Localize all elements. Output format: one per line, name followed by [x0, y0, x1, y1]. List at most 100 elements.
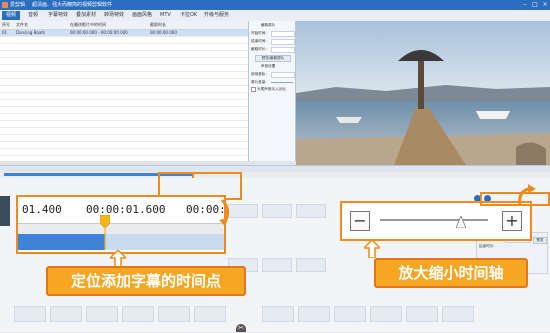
tab-subtitle-effects[interactable]: 字幕特效	[44, 11, 72, 20]
playhead-marker[interactable]	[99, 214, 111, 250]
title-bar: 爱剪辑 超清画、强大而精简的视频剪辑软件 – □ ×	[0, 0, 550, 10]
list-item	[0, 114, 248, 121]
track-cell	[50, 306, 82, 322]
track-cell	[296, 258, 326, 272]
track-cell	[194, 306, 226, 322]
list-item	[0, 142, 248, 149]
column-duration: 截取时长	[150, 22, 166, 27]
audio-track-select[interactable]	[271, 72, 295, 78]
list-item	[0, 86, 248, 93]
callout-ruler: 01.400 00:00:01.600 00:00:	[18, 197, 226, 223]
zoom-in-button[interactable]: +	[502, 211, 522, 231]
tab-transitions[interactable]: 转场特效	[100, 11, 128, 20]
tab-karaoke[interactable]: 卡拉OK	[176, 11, 201, 20]
list-item	[0, 128, 248, 135]
preview-button[interactable]: 预览	[533, 237, 547, 244]
track-cell	[86, 306, 118, 322]
volume-label: 原片音量:	[251, 80, 267, 84]
track-cell	[262, 204, 292, 218]
track-cell	[334, 306, 366, 322]
duration-label: 截取时长:	[251, 47, 267, 51]
end-time-field[interactable]	[271, 39, 295, 45]
scissors-icon[interactable]: ✂	[236, 324, 246, 332]
start-time-field[interactable]	[271, 31, 295, 37]
zoom-slider-thumb[interactable]	[455, 213, 467, 229]
zoom-highlight	[480, 192, 550, 206]
tab-mtv[interactable]: MTV	[156, 11, 175, 20]
end-duration-label: 结束时长:	[479, 244, 495, 248]
section-audio-title: 声音设置	[261, 64, 276, 68]
list-item	[0, 51, 248, 58]
track-cell	[298, 306, 330, 322]
track-cell	[262, 306, 294, 322]
app-tagline: 超清画、强大而精简的视频剪辑软件	[32, 2, 113, 8]
minimize-button[interactable]: –	[520, 1, 530, 9]
list-item	[0, 100, 248, 107]
track-cell	[14, 306, 46, 322]
end-time-label: 结束时间:	[251, 39, 267, 43]
track-cell	[296, 204, 326, 218]
zoom-out-button[interactable]: −	[350, 211, 370, 231]
callout-track-fill	[18, 234, 105, 250]
track-cell	[370, 306, 402, 322]
list-item	[0, 93, 248, 100]
column-num: 序号	[2, 22, 10, 27]
track-cell	[406, 306, 438, 322]
list-item	[0, 135, 248, 142]
track-cell	[442, 306, 474, 322]
start-time-label: 开始时间:	[251, 31, 267, 35]
time-start: 01.400	[22, 203, 62, 216]
beach-dock-image	[296, 21, 550, 165]
row-num: 01	[2, 30, 8, 35]
audio-track-label: 使用音轨:	[251, 72, 267, 76]
track-sidebar	[0, 196, 10, 226]
tab-picture-style[interactable]: 画面风格	[128, 11, 156, 20]
track-cell	[262, 258, 292, 272]
list-item	[0, 79, 248, 86]
zoom-caption: 放大缩小时间轴	[374, 258, 528, 288]
time-current: 00:00:01.600	[86, 203, 166, 216]
track-cell	[158, 306, 190, 322]
section-trim-title: 截取原片	[261, 23, 276, 27]
list-item	[0, 44, 248, 51]
preview-trim-button[interactable]: 预览/截取原片	[255, 55, 291, 62]
list-item	[0, 65, 248, 72]
fade-label: 头尾声音淡入淡出	[257, 87, 286, 91]
tab-video[interactable]: 视频	[2, 11, 21, 20]
volume-slider[interactable]	[271, 82, 293, 83]
file-list-panel: 序号 文件名 在最终影片中的时间 截取时长 01 Dancing Boats 0…	[0, 21, 249, 161]
list-item	[0, 121, 248, 128]
track-cell	[122, 306, 154, 322]
list-item	[0, 37, 248, 44]
list-item	[0, 72, 248, 79]
app-title: 爱剪辑	[10, 2, 26, 8]
list-item	[0, 107, 248, 114]
callout-track	[18, 234, 224, 250]
app-logo-icon	[2, 2, 8, 8]
file-list-header: 序号 文件名 在最终影片中的时间 截取时长	[0, 21, 248, 30]
list-item	[0, 149, 248, 156]
table-row[interactable]: 01 Dancing Boats 00:00:00.000 - 00:00:00…	[0, 30, 248, 37]
close-button[interactable]: ×	[540, 1, 550, 9]
column-filename: 文件名	[16, 22, 28, 27]
video-preview	[296, 21, 550, 165]
zoom-control-callout: − +	[340, 201, 532, 241]
up-arrow-icon	[364, 240, 380, 258]
callout-gap	[18, 223, 224, 234]
row-time: 00:00:00.000 - 00:00:00.000	[70, 30, 128, 35]
tab-upgrade[interactable]: 升级与服务	[200, 11, 233, 20]
row-duration: 00:00:00.000	[150, 30, 177, 35]
tab-audio[interactable]: 音频	[24, 11, 42, 20]
curved-arrow-icon	[219, 198, 229, 226]
timeline-zoom-callout: 01.400 00:00:01.600 00:00:	[16, 195, 226, 254]
clip-properties-panel: 截取原片 开始时间: 结束时间: 截取时长: 预览/截取原片 声音设置 使用音轨…	[249, 21, 296, 161]
list-item	[0, 58, 248, 65]
duration-field[interactable]	[271, 47, 295, 53]
zoom-slider-track[interactable]	[380, 219, 488, 221]
locate-caption: 定位添加字幕的时间点	[46, 266, 246, 296]
row-filename: Dancing Boats	[16, 30, 46, 35]
tab-overlay[interactable]: 叠加素材	[72, 11, 100, 20]
fade-checkbox[interactable]	[251, 87, 256, 92]
column-time: 在最终影片中的时间	[70, 22, 106, 27]
maximize-button[interactable]: □	[530, 1, 540, 9]
